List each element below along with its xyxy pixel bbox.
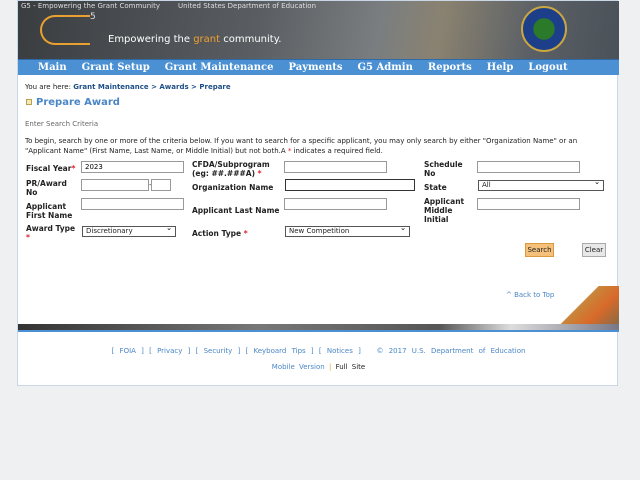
pr-award-input[interactable] — [81, 179, 149, 191]
footer-link-foia[interactable]: FOIA — [120, 347, 136, 355]
last-name-label: Applicant Last Name — [192, 206, 280, 215]
nav-logout[interactable]: Logout — [528, 60, 567, 75]
nav-payments[interactable]: Payments — [288, 60, 342, 75]
nav-g5-admin[interactable]: G5 Admin — [358, 60, 413, 75]
logo-alt-text: G5 - Empowering the Grant Community — [21, 2, 161, 10]
nav-main[interactable]: Main — [38, 60, 67, 75]
mobile-version-link[interactable]: Mobile Version — [272, 363, 325, 371]
section-heading: Enter Search Criteria — [25, 120, 99, 128]
main-nav: Main Grant Setup Grant Maintenance Payme… — [18, 59, 619, 75]
fiscal-year-label: Fiscal Year* — [26, 164, 76, 173]
g5-logo-sup: 5 — [90, 12, 96, 22]
footer-links: [ FOIA ] [ Privacy ] [ Security ] [ Keyb… — [111, 347, 526, 355]
org-name-label: Organization Name — [192, 183, 274, 192]
department-seal-icon — [521, 6, 567, 52]
nav-help[interactable]: Help — [487, 60, 514, 75]
page-title: Prepare Award — [26, 97, 120, 108]
award-type-label: Award Type * — [26, 224, 76, 242]
breadcrumb-path[interactable]: Grant Maintenance > Awards > Prepare — [73, 83, 230, 91]
nav-grant-setup[interactable]: Grant Setup — [82, 60, 150, 75]
footer-link-privacy[interactable]: Privacy — [157, 347, 182, 355]
action-type-label: Action Type * — [192, 229, 248, 238]
cfda-label: CFDA/Subprogram (eg: ##.###A) * — [192, 160, 270, 178]
pr-award-label: PR/Award No — [26, 179, 67, 197]
state-select[interactable]: All — [478, 178, 604, 191]
nav-reports[interactable]: Reports — [428, 60, 472, 75]
page-container: G5 - Empowering the Grant Community Unit… — [17, 0, 619, 386]
middle-initial-input[interactable] — [477, 198, 580, 210]
page-icon — [26, 99, 32, 105]
footer-band — [18, 324, 619, 332]
cfda-input[interactable] — [284, 161, 387, 173]
clear-button[interactable]: Clear — [582, 243, 606, 257]
copyright: © 2017 U.S. Department of Education — [376, 347, 526, 355]
seal-alt-text: United States Department of Education — [178, 2, 317, 10]
org-name-input[interactable] — [285, 179, 415, 191]
full-site-text: Full Site — [335, 363, 366, 371]
schedule-no-input[interactable] — [477, 161, 580, 173]
fiscal-year-input[interactable] — [81, 161, 184, 173]
footer-link-security[interactable]: Security — [204, 347, 233, 355]
schedule-no-label: Schedule No — [424, 160, 463, 178]
instructions: To begin, search by one or more of the c… — [25, 137, 578, 155]
header-banner: G5 - Empowering the Grant Community Unit… — [18, 1, 619, 59]
pr-award-suffix-input[interactable] — [151, 179, 171, 191]
tagline: Empowering the grant community. — [108, 34, 282, 45]
first-name-input[interactable] — [81, 198, 184, 210]
award-type-select[interactable]: Discretionary — [82, 224, 176, 237]
breadcrumb: You are here: Grant Maintenance > Awards… — [25, 83, 231, 91]
nav-grant-maintenance[interactable]: Grant Maintenance — [165, 60, 274, 75]
first-name-label: Applicant First Name — [26, 202, 73, 220]
g5-logo — [40, 15, 90, 45]
last-name-input[interactable] — [284, 198, 387, 210]
classroom-image — [550, 286, 619, 324]
search-button[interactable]: Search — [525, 243, 554, 257]
state-label: State — [424, 183, 447, 192]
back-to-top-link[interactable]: ^ Back to Top — [506, 291, 554, 299]
footer-link-notices[interactable]: Notices — [327, 347, 353, 355]
middle-initial-label: Applicant Middle Initial — [424, 197, 465, 224]
action-type-select[interactable]: New Competition — [285, 224, 410, 237]
footer-version: Mobile Version | Full Site — [271, 363, 366, 371]
footer-link-keyboard-tips[interactable]: Keyboard Tips — [253, 347, 305, 355]
